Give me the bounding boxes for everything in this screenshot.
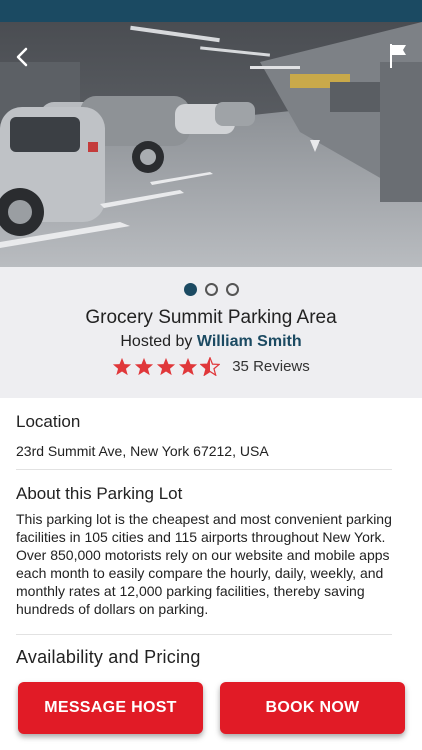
parking-garage-image	[0, 22, 422, 267]
location-heading: Location	[16, 412, 81, 431]
rating-row[interactable]: 35 Reviews	[0, 357, 422, 376]
star-full-icon	[179, 357, 198, 376]
parking-photo[interactable]	[0, 22, 422, 267]
star-full-icon	[135, 357, 154, 376]
availability-heading: Availability and Pricing	[16, 647, 201, 667]
flag-icon	[390, 44, 406, 68]
location-address: 23rd Summit Ave, New York 67212, USA	[16, 443, 269, 459]
listing-summary: Grocery Summit Parking Area Hosted by Wi…	[0, 267, 422, 398]
location-section: Location 23rd Summit Ave, New York 67212…	[16, 398, 392, 470]
host-name-link[interactable]: William Smith	[197, 333, 302, 350]
carousel-dot-1[interactable]	[183, 283, 197, 296]
star-full-icon	[157, 357, 176, 376]
carousel-indicator[interactable]	[0, 283, 422, 296]
host-line: Hosted by William Smith	[0, 333, 422, 351]
message-host-button[interactable]: MESSAGE HOST	[18, 682, 203, 734]
carousel-dot-3[interactable]	[225, 283, 239, 296]
listing-title: Grocery Summit Parking Area	[85, 307, 337, 328]
about-text: This parking lot is the cheapest and mos…	[16, 511, 392, 617]
book-now-button[interactable]: BOOK NOW	[220, 682, 405, 734]
star-rating	[112, 357, 221, 376]
about-heading: About this Parking Lot	[16, 484, 183, 503]
availability-section: Availability and Pricing	[16, 635, 406, 668]
chevron-left-icon	[16, 47, 28, 67]
action-bar: MESSAGE HOST BOOK NOW	[0, 680, 422, 750]
star-full-icon	[113, 357, 132, 376]
star-half-icon	[200, 357, 221, 376]
reviews-count[interactable]: 35 Reviews	[232, 358, 310, 375]
carousel-dot-2[interactable]	[204, 283, 218, 296]
about-section: About this Parking Lot This parking lot …	[16, 470, 392, 635]
hosted-by-label: Hosted by	[120, 333, 193, 350]
report-button[interactable]	[386, 42, 410, 70]
listing-details: Location 23rd Summit Ave, New York 67212…	[0, 398, 422, 668]
back-button[interactable]	[8, 42, 36, 72]
status-bar	[0, 0, 422, 22]
